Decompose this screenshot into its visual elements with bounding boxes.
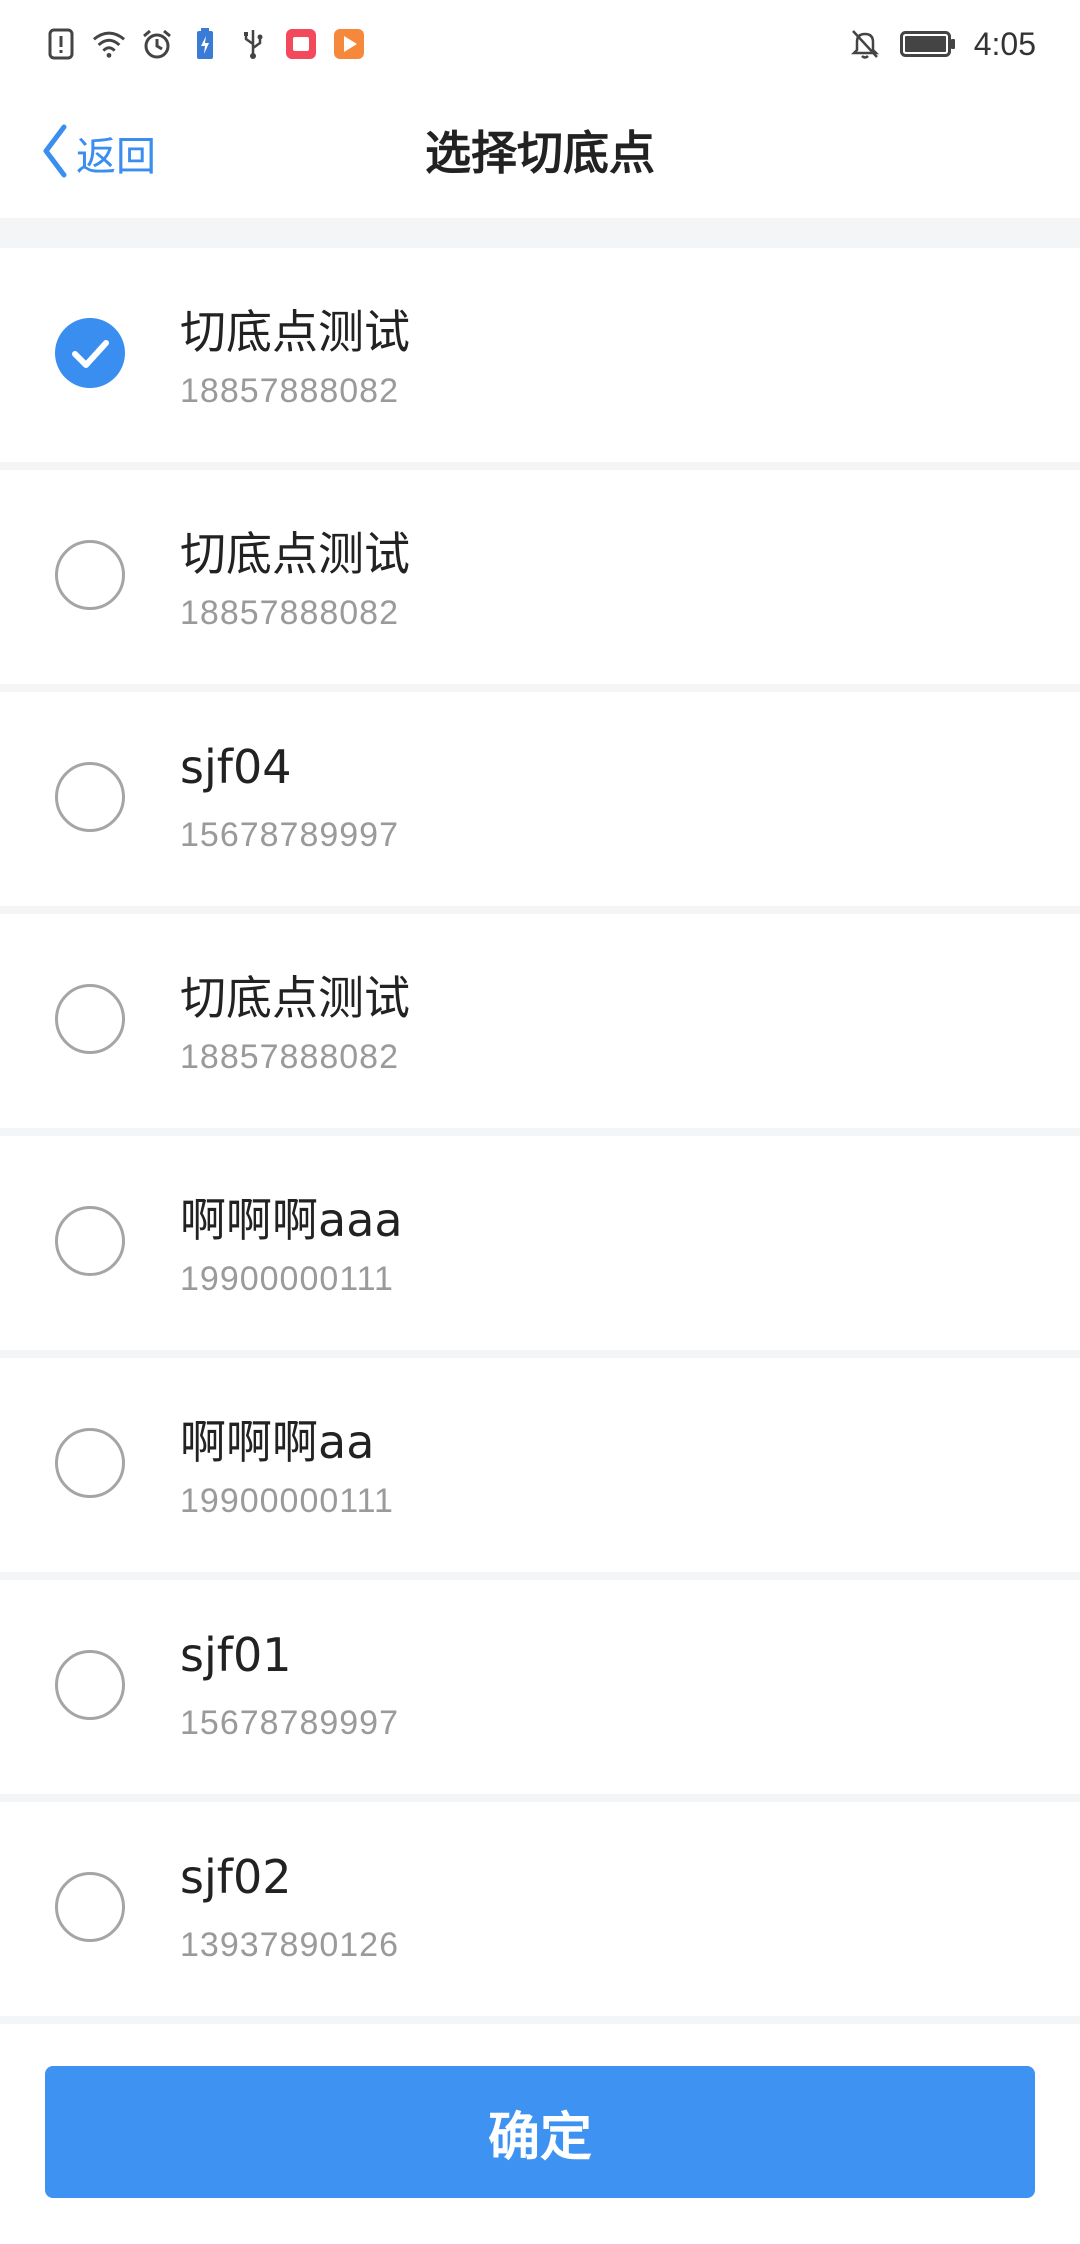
battery-icon: [899, 27, 956, 61]
alarm-icon: [140, 27, 174, 61]
checkmark-icon: [72, 340, 109, 368]
usb-icon: [236, 27, 270, 61]
list-item[interactable]: 啊啊啊aaa 19900000111: [0, 1136, 1080, 1358]
divider: [0, 218, 1080, 248]
item-name: 切底点测试: [180, 527, 410, 581]
status-left-icons: [44, 24, 366, 64]
list-item[interactable]: sjf04 15678789997: [0, 692, 1080, 914]
list-item[interactable]: 切底点测试 18857888082: [0, 470, 1080, 692]
list-item[interactable]: 啊啊啊aa 19900000111: [0, 1358, 1080, 1580]
item-name: 切底点测试: [180, 305, 410, 359]
app-notification-red-icon: [284, 27, 318, 61]
radio-unchecked-icon[interactable]: [55, 1872, 125, 1942]
item-phone: 18857888082: [180, 594, 400, 632]
status-time: 4:05: [973, 25, 1036, 62]
item-phone: 13937890126: [180, 1926, 400, 1964]
item-phone: 18857888082: [180, 1038, 400, 1076]
alert-icon: [44, 27, 78, 61]
app-notification-orange-icon: [332, 27, 366, 61]
item-name: 啊啊啊aa: [180, 1415, 375, 1469]
item-phone: 18857888082: [180, 372, 400, 410]
notifications-off-icon: [848, 27, 882, 61]
item-phone: 19900000111: [180, 1482, 394, 1520]
item-name: sjf01: [180, 1628, 292, 1682]
battery-saver-icon: [188, 27, 222, 61]
radio-unchecked-icon[interactable]: [55, 540, 125, 610]
item-name: sjf02: [180, 1850, 292, 1904]
radio-unchecked-icon[interactable]: [55, 762, 125, 832]
nav-bar: 返回 选择切底点: [0, 88, 1080, 218]
list-item[interactable]: sjf01 15678789997: [0, 1580, 1080, 1802]
radio-unchecked-icon[interactable]: [55, 1650, 125, 1720]
status-bar: 4:05: [0, 0, 1080, 88]
item-phone: 15678789997: [180, 816, 400, 854]
radio-unchecked-icon[interactable]: [55, 984, 125, 1054]
list-item[interactable]: 切底点测试 18857888082: [0, 914, 1080, 1136]
page-title: 选择切底点: [425, 126, 655, 180]
point-list: 切底点测试 18857888082 切底点测试 18857888082 sjf04 156…: [0, 248, 1080, 2024]
item-phone: 15678789997: [180, 1704, 400, 1742]
list-item[interactable]: sjf02 13937890126: [0, 1802, 1080, 2024]
wifi-icon: [92, 27, 126, 61]
item-name: 啊啊啊aaa: [180, 1193, 403, 1247]
radio-unchecked-icon[interactable]: [55, 1428, 125, 1498]
confirm-button[interactable]: 确定: [45, 2066, 1035, 2198]
item-name: 切底点测试: [180, 971, 410, 1025]
status-right-icons: 4:05: [848, 22, 1036, 66]
radio-checked-icon[interactable]: [55, 318, 125, 388]
list-item[interactable]: 切底点测试 18857888082: [0, 248, 1080, 470]
item-name: sjf04: [180, 740, 292, 794]
item-phone: 19900000111: [180, 1260, 394, 1298]
radio-unchecked-icon[interactable]: [55, 1206, 125, 1276]
